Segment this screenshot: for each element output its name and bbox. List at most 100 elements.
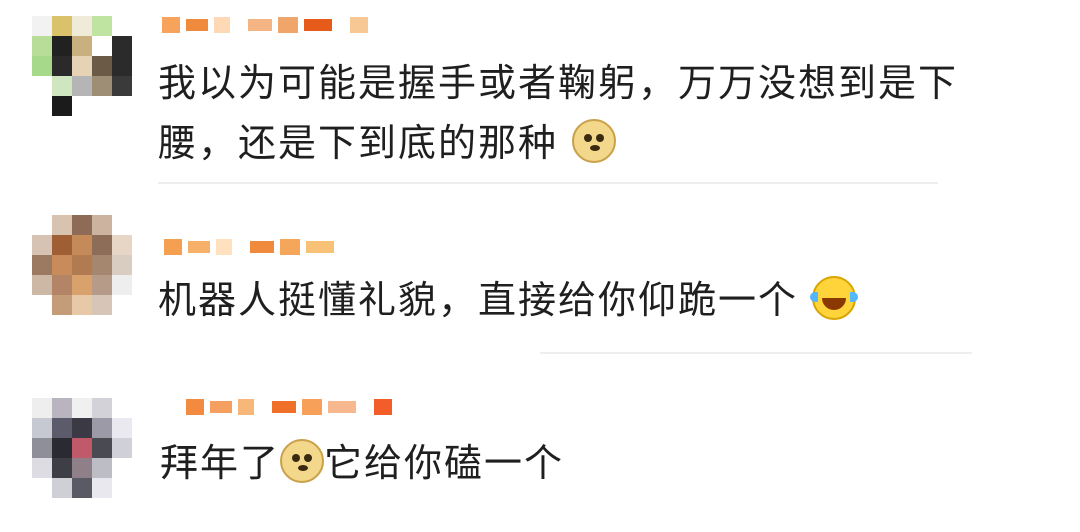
avatar-mosaic-cell [72,398,92,418]
avatar-mosaic-cell [92,56,112,76]
avatar-mosaic-cell [52,16,72,36]
username-mosaic-block [280,239,300,255]
comment-text-line1: 机器人挺懂礼貌，直接给你仰跪一个 [158,278,799,322]
avatar-mosaic-cell [52,36,72,56]
username-mosaic-block [188,241,210,253]
avatar-mosaic-cell [92,255,112,275]
avatar-mosaic-cell [32,16,52,36]
avatar-mosaic-cell [72,295,92,315]
username-mosaic-block [302,399,322,415]
avatar[interactable] [32,16,132,116]
avatar-mosaic-cell [112,458,132,478]
avatar-mosaic-cell [112,56,132,76]
avatar-mosaic-cell [112,295,132,315]
avatar-mosaic-cell [112,96,132,116]
avatar-mosaic-cell [72,235,92,255]
avatar-mosaic-cell [32,478,52,498]
comment-text-line1: 我以为可能是握手或者鞠躬，万万没想到是下 [158,61,959,105]
avatar-mosaic-cell [112,418,132,438]
avatar-mosaic-cell [72,16,92,36]
avatar-mosaic-cell [92,275,112,295]
avatar-mosaic-cell [32,56,52,76]
comment-text: 我以为可能是握手或者鞠躬，万万没想到是下 [158,51,958,115]
avatar-mosaic-cell [92,16,112,36]
avatar-mosaic-cell [92,458,112,478]
avatar-mosaic-cell [32,76,52,96]
username-mosaic-block [306,241,334,253]
avatar-mosaic-cell [112,438,132,458]
avatar-mosaic-cell [32,418,52,438]
avatar-mosaic-cell [112,398,132,418]
username-mosaic-block [350,17,368,33]
avatar-mosaic-cell [52,96,72,116]
avatar-mosaic-cell [72,458,92,478]
avatar-mosaic-cell [72,255,92,275]
avatar-mosaic-cell [72,418,92,438]
avatar-mosaic-cell [52,76,72,96]
avatar-mosaic-cell [112,478,132,498]
avatar-mosaic-cell [52,235,72,255]
avatar-mosaic-cell [92,76,112,96]
avatar-mosaic-cell [72,76,92,96]
username-mosaic-block [214,17,230,33]
avatar-mosaic-cell [32,438,52,458]
avatar-mosaic-cell [92,398,112,418]
username-mosaic-block [216,239,232,255]
avatar-mosaic-cell [32,96,52,116]
comment-text: 拜年了 它给你磕一个 [160,431,564,495]
comment-text-line2: 腰，还是下到底的那种 [158,121,559,165]
avatar-mosaic-cell [72,275,92,295]
avatar-mosaic-cell [112,215,132,235]
avatar-mosaic-cell [32,36,52,56]
avatar-mosaic-cell [92,418,112,438]
doge-icon [572,119,617,163]
avatar-mosaic-cell [52,478,72,498]
username-mosaic-block [162,17,180,33]
avatar-mosaic-cell [92,36,112,56]
username-redacted[interactable] [186,392,398,422]
avatar-mosaic-cell [72,478,92,498]
avatar-mosaic-cell [32,235,52,255]
username-mosaic-block [278,17,298,33]
avatar[interactable] [32,398,132,498]
avatar-mosaic-cell [52,56,72,76]
avatar-mosaic-cell [52,255,72,275]
avatar-mosaic-cell [112,76,132,96]
username-mosaic-block [238,399,254,415]
avatar-mosaic-cell [32,295,52,315]
divider [158,182,938,184]
avatar-mosaic-cell [72,96,92,116]
username-mosaic-block [210,401,232,413]
avatar-mosaic-cell [72,56,92,76]
avatar-mosaic-cell [52,458,72,478]
comment-text: 机器人挺懂礼貌，直接给你仰跪一个 [158,268,859,332]
username-mosaic-block [374,399,392,415]
comment-text: 腰，还是下到底的那种 [158,111,617,175]
avatar-mosaic-cell [52,438,72,458]
avatar-mosaic-cell [112,275,132,295]
username-mosaic-block [304,19,332,31]
doge-icon [280,439,325,483]
avatar-mosaic-cell [112,255,132,275]
comment-text-post: 它给你磕一个 [324,441,565,485]
username-redacted[interactable] [164,232,352,262]
username-mosaic-block [186,19,208,31]
avatar-mosaic-cell [52,215,72,235]
avatar[interactable] [32,215,132,315]
avatar-mosaic-cell [112,235,132,255]
avatar-mosaic-cell [32,398,52,418]
avatar-mosaic-cell [92,96,112,116]
avatar-mosaic-cell [72,36,92,56]
avatar-mosaic-cell [112,16,132,36]
laughing-tears-icon [810,276,859,320]
username-redacted[interactable] [162,10,374,40]
avatar-mosaic-cell [92,295,112,315]
avatar-mosaic-cell [92,235,112,255]
avatar-mosaic-cell [92,215,112,235]
avatar-mosaic-cell [112,36,132,56]
username-mosaic-block [250,241,274,253]
avatar-mosaic-cell [32,215,52,235]
avatar-mosaic-cell [92,438,112,458]
username-mosaic-block [328,401,356,413]
avatar-mosaic-cell [92,478,112,498]
